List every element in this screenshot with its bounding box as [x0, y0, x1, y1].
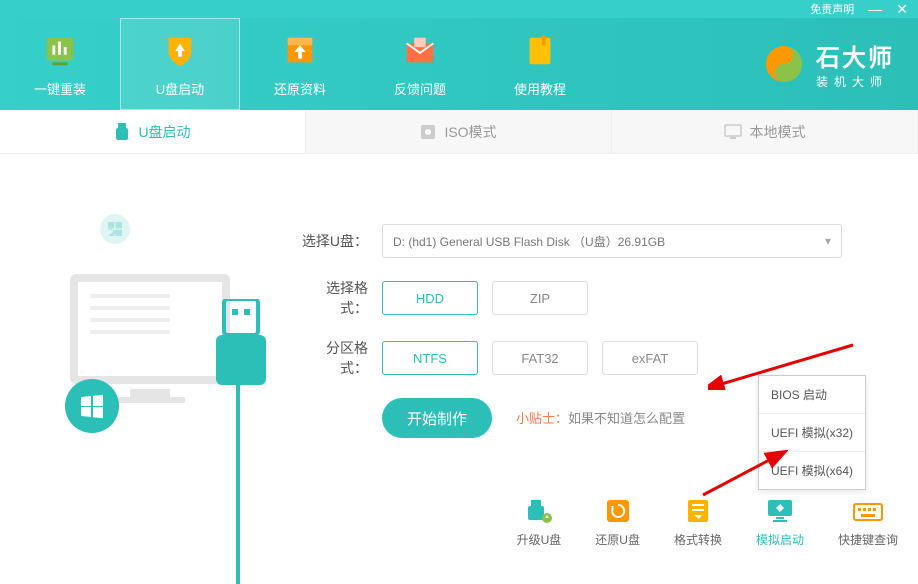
- menu-bios[interactable]: BIOS 启动: [759, 376, 865, 414]
- monitor-icon: [724, 124, 742, 140]
- bottom-toolbar: 升级U盘 还原U盘 格式转换 模拟启动 快捷键查询: [517, 497, 898, 548]
- tool-simulate[interactable]: 模拟启动: [756, 497, 804, 548]
- tool-label: 快捷键查询: [838, 531, 898, 548]
- nav-label: 还原资料: [274, 79, 326, 98]
- tip-label: 小贴士：: [516, 411, 568, 426]
- nav-tutorial[interactable]: 使用教程: [480, 18, 600, 110]
- logo-icon: [762, 42, 806, 86]
- brand-logo: 石大师 装机大师: [762, 38, 918, 90]
- nav-label: 使用教程: [514, 79, 566, 98]
- nav-restore[interactable]: 还原资料: [240, 18, 360, 110]
- tab-label: ISO模式: [444, 122, 496, 142]
- tool-label: 还原U盘: [595, 531, 640, 548]
- convert-icon: [682, 497, 714, 525]
- nav-feedback[interactable]: 反馈问题: [360, 18, 480, 110]
- simulate-menu: BIOS 启动 UEFI 模拟(x32) UEFI 模拟(x64): [758, 375, 866, 490]
- tool-label: 模拟启动: [756, 531, 804, 548]
- chevron-down-icon: ▾: [825, 234, 831, 248]
- udisk-label: 选择U盘：: [300, 231, 368, 251]
- tab-local[interactable]: 本地模式: [612, 110, 918, 153]
- iso-icon: [420, 124, 436, 140]
- tool-convert[interactable]: 格式转换: [674, 497, 722, 548]
- nav-reinstall[interactable]: 一键重装: [0, 18, 120, 110]
- tab-label: 本地模式: [750, 122, 806, 142]
- nav-label: 反馈问题: [394, 79, 446, 98]
- brand-sub: 装机大师: [816, 73, 894, 90]
- format-zip[interactable]: ZIP: [492, 281, 588, 315]
- tool-label: 格式转换: [674, 531, 722, 548]
- partition-label: 分区格式：: [300, 338, 368, 378]
- windows-badge-icon: [65, 379, 119, 433]
- tool-restore[interactable]: 还原U盘: [595, 497, 640, 548]
- tool-upgrade[interactable]: 升级U盘: [517, 497, 562, 548]
- nav-usb-boot[interactable]: U盘启动: [120, 18, 240, 110]
- chart-icon: [40, 31, 80, 71]
- minimize-button[interactable]: —: [868, 2, 882, 16]
- tip-text: 如果不知道怎么配置: [568, 411, 685, 426]
- usb-icon: [114, 123, 130, 141]
- book-icon: [520, 31, 560, 71]
- disclaimer-link[interactable]: 免责声明: [810, 1, 854, 17]
- usb-plug-icon: [210, 299, 270, 399]
- tool-label: 升级U盘: [517, 531, 562, 548]
- mode-tabs: U盘启动 ISO模式 本地模式: [0, 110, 918, 154]
- nav-label: 一键重装: [34, 79, 86, 98]
- start-button[interactable]: 开始制作: [382, 398, 492, 438]
- keyboard-icon: [852, 497, 884, 525]
- close-button[interactable]: ✕: [896, 2, 908, 16]
- menu-uefi-x32[interactable]: UEFI 模拟(x32): [759, 414, 865, 452]
- tab-iso[interactable]: ISO模式: [306, 110, 612, 153]
- header-nav: 一键重装 U盘启动 还原资料 反馈问题 使用教程 石大师 装机大师: [0, 18, 918, 110]
- usb-up-icon: [523, 497, 555, 525]
- upload-box-icon: [280, 31, 320, 71]
- partition-fat32[interactable]: FAT32: [492, 341, 588, 375]
- udisk-select[interactable]: D: (hd1) General USB Flash Disk （U盘）26.9…: [382, 224, 842, 258]
- restore-icon: [602, 497, 634, 525]
- partition-ntfs[interactable]: NTFS: [382, 341, 478, 375]
- nav-label: U盘启动: [156, 79, 204, 98]
- shield-usb-icon: [160, 31, 200, 71]
- simulate-icon: [764, 497, 796, 525]
- udisk-value: D: (hd1) General USB Flash Disk （U盘）26.9…: [393, 233, 665, 250]
- menu-uefi-x64[interactable]: UEFI 模拟(x64): [759, 452, 865, 489]
- tab-label: U盘启动: [138, 122, 190, 142]
- format-label: 选择格式：: [300, 278, 368, 318]
- mail-icon: [400, 31, 440, 71]
- brand-name: 石大师: [816, 38, 894, 73]
- illustration: [30, 204, 270, 484]
- tab-usb-boot[interactable]: U盘启动: [0, 110, 306, 153]
- tool-hotkeys[interactable]: 快捷键查询: [838, 497, 898, 548]
- partition-exfat[interactable]: exFAT: [602, 341, 698, 375]
- format-hdd[interactable]: HDD: [382, 281, 478, 315]
